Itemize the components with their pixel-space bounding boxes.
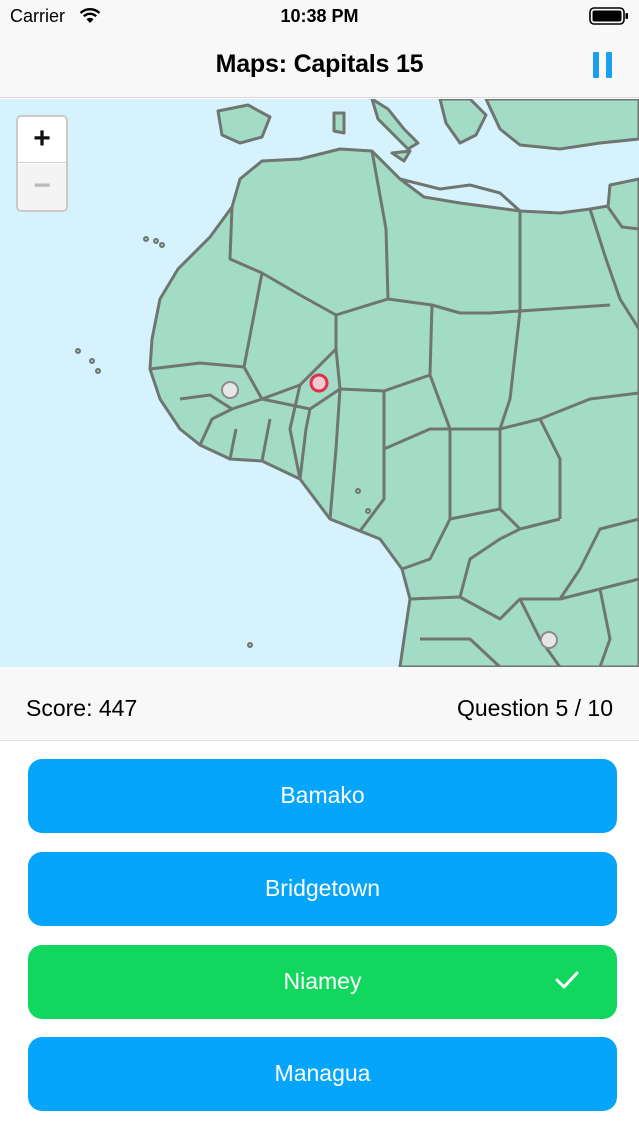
capital-marker — [540, 631, 558, 649]
capital-marker — [221, 381, 239, 399]
island — [89, 358, 95, 364]
island — [95, 368, 101, 374]
answer-label: Managua — [274, 1060, 371, 1086]
answer-button-niamey[interactable]: Niamey — [28, 945, 617, 1019]
island — [365, 508, 371, 514]
pause-button[interactable] — [593, 52, 613, 78]
island — [153, 238, 159, 244]
map-graphic — [75, 99, 639, 667]
map-view[interactable]: + − — [0, 99, 639, 667]
answer-label: Niamey — [283, 968, 362, 994]
status-time: 10:38 PM — [280, 6, 359, 26]
zoom-out-button[interactable]: − — [18, 164, 66, 210]
navigation-bar: Maps: Capitals 15 — [0, 34, 639, 98]
status-bar: Carrier 10:38 PM — [0, 0, 639, 34]
island — [75, 348, 81, 354]
zoom-in-button[interactable]: + — [18, 117, 66, 163]
balkans-landmass — [438, 99, 488, 145]
pause-icon-bar — [606, 52, 612, 78]
capital-marker-highlighted — [309, 373, 329, 393]
question-counter: Question 5 / 10 — [457, 695, 613, 721]
turkey-landmass — [484, 99, 639, 151]
pause-icon — [593, 52, 599, 78]
zoom-control: + − — [16, 115, 68, 212]
answer-button-bamako[interactable]: Bamako — [28, 759, 617, 833]
page-title: Maps: Capitals 15 — [215, 50, 424, 78]
answer-button-bridgetown[interactable]: Bridgetown — [28, 852, 617, 926]
island — [143, 236, 149, 242]
score-label: Score: 447 — [26, 695, 138, 721]
answer-label: Bridgetown — [264, 875, 381, 901]
iberia-landmass — [216, 103, 272, 145]
island — [355, 488, 361, 494]
answer-label: Bamako — [280, 782, 365, 808]
sicily-island — [390, 149, 412, 163]
island — [247, 642, 253, 648]
italy-landmass — [370, 99, 420, 151]
score-bar: Score: 447 Question 5 / 10 — [0, 667, 639, 741]
checkmark-icon — [555, 971, 579, 989]
battery-icon — [589, 7, 628, 25]
sardinia-island — [332, 111, 346, 135]
answer-button-managua[interactable]: Managua — [28, 1037, 617, 1111]
island — [159, 242, 165, 248]
